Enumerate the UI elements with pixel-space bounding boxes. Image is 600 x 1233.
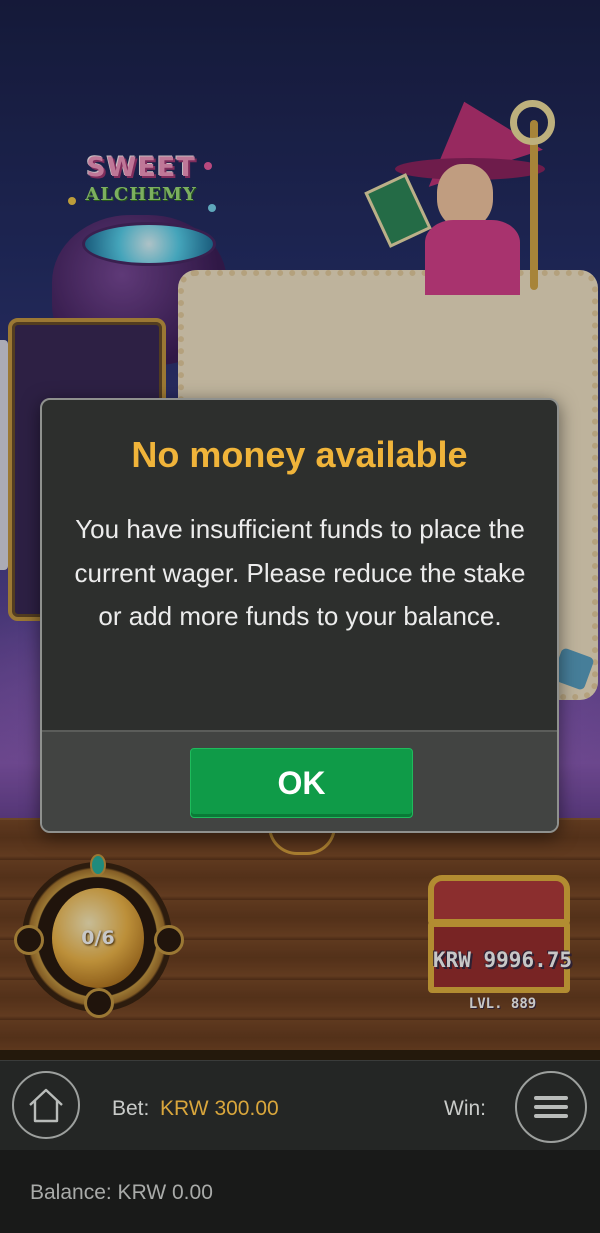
dialog-footer: OK <box>42 730 557 831</box>
home-button[interactable] <box>12 1071 80 1139</box>
hamburger-menu-icon <box>534 1096 568 1118</box>
bet-label: Bet: <box>112 1097 150 1120</box>
dialog-message: You have insufficient funds to place the… <box>74 514 526 631</box>
dialog-title: No money available <box>131 434 468 475</box>
ok-button[interactable]: OK <box>190 748 413 818</box>
bottom-bar: Bet: KRW 300.00 Win: <box>0 1060 600 1151</box>
home-icon <box>29 1088 63 1123</box>
win-label: Win: <box>444 1097 486 1120</box>
menu-button[interactable] <box>515 1071 587 1143</box>
insufficient-funds-dialog: No money available You have insufficient… <box>40 398 559 833</box>
bet-value: KRW 300.00 <box>160 1097 279 1120</box>
balance-bar: Balance: KRW 0.00 <box>0 1150 600 1233</box>
balance-text: Balance: KRW 0.00 <box>30 1181 213 1204</box>
